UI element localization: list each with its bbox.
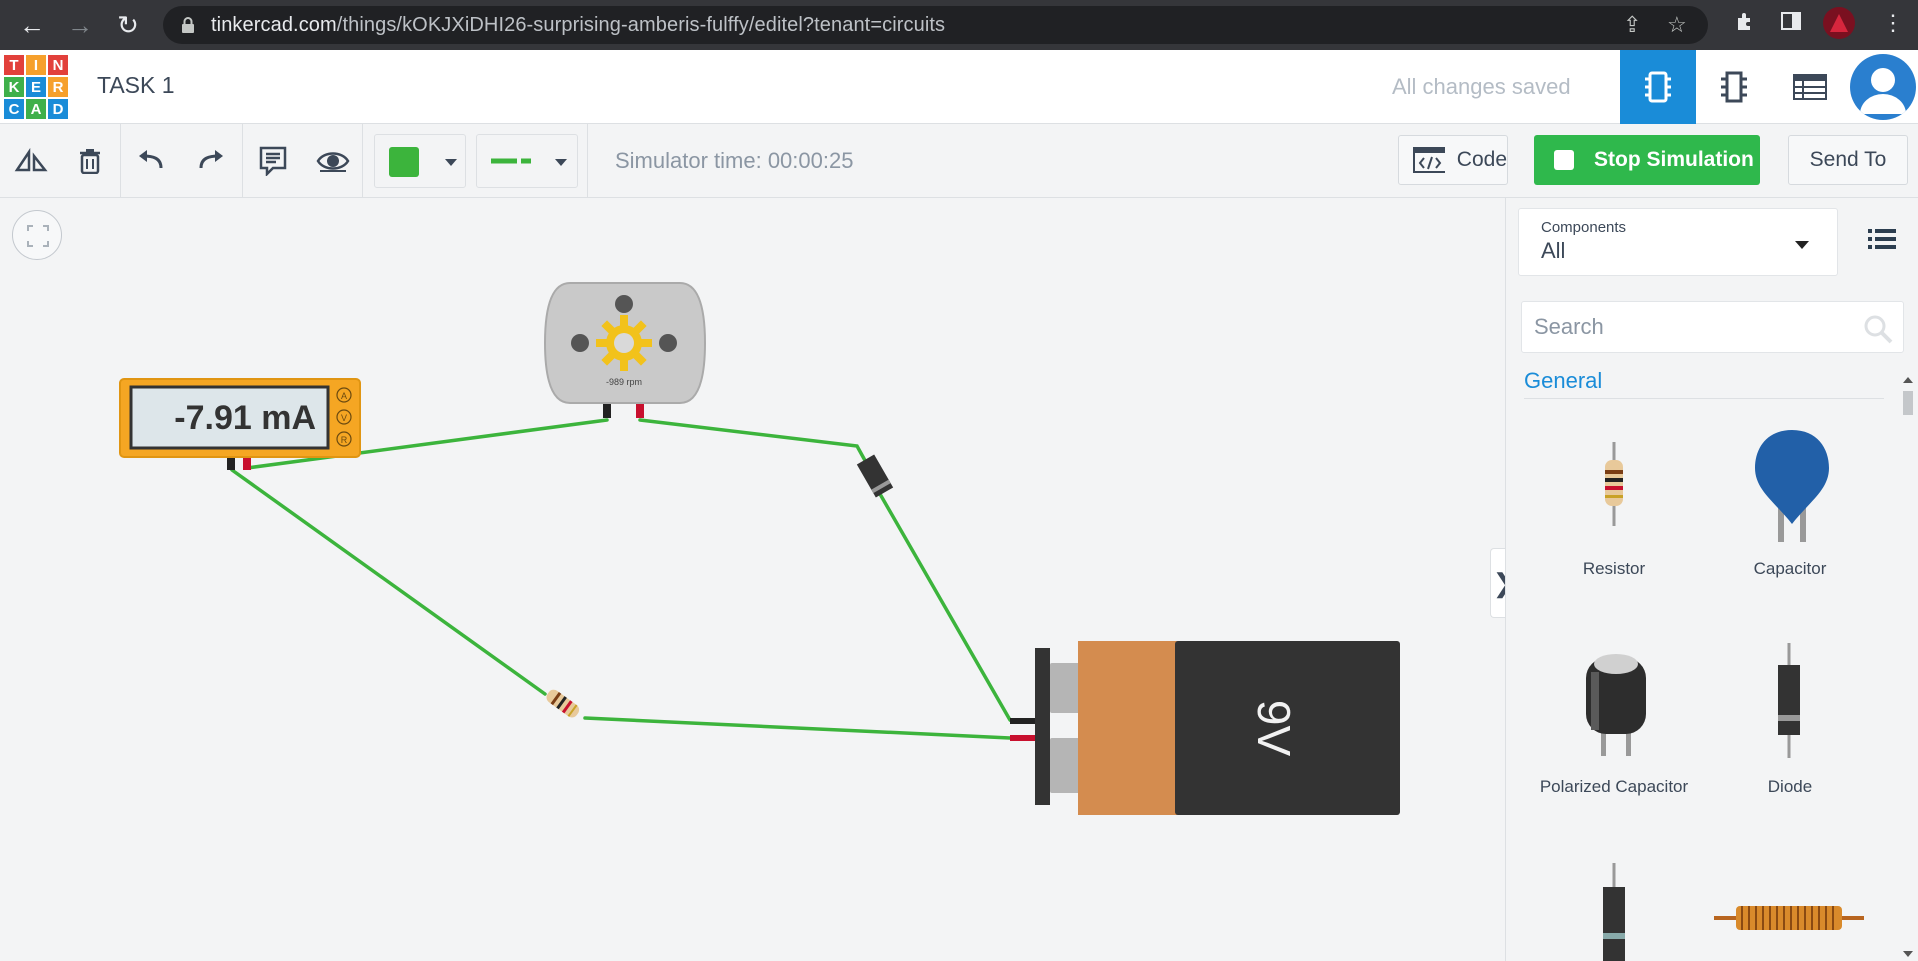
back-icon[interactable]: ←: [8, 0, 56, 50]
caret-down-icon: [1795, 241, 1809, 249]
list-view-icon[interactable]: [1868, 228, 1896, 255]
motor-rpm: -989 rpm: [606, 377, 642, 387]
components-search-input[interactable]: Search: [1521, 301, 1904, 353]
diode[interactable]: [856, 454, 894, 498]
sidepanel-icon[interactable]: [1780, 10, 1802, 38]
browser-toolbar: ← → ↻ tinkercad.com/things/kOKJXiDHI26-s…: [0, 0, 1918, 50]
star-icon[interactable]: ☆: [1667, 12, 1687, 38]
notes-icon[interactable]: [254, 142, 292, 180]
user-avatar[interactable]: [1850, 54, 1916, 120]
stop-simulation-button[interactable]: Stop Simulation: [1534, 135, 1760, 185]
rotate-icon[interactable]: [12, 142, 50, 180]
share-icon[interactable]: ⇪: [1623, 12, 1641, 38]
undo-icon[interactable]: [132, 142, 170, 180]
save-status: All changes saved: [1392, 74, 1571, 99]
visibility-icon[interactable]: [314, 142, 352, 180]
chevron-down-icon: [445, 159, 457, 166]
resistor-thumb-icon: [1605, 442, 1623, 526]
component-label: Capacitor: [1753, 559, 1827, 578]
diode-thumb-icon: [1778, 643, 1800, 758]
editor-toolbar: Simulator time: 00:00:25 Code Stop Simul…: [0, 124, 1918, 198]
components-dropdown[interactable]: Components All: [1518, 208, 1838, 276]
polarized-capacitor-thumb-icon: [1586, 654, 1646, 756]
code-button[interactable]: Code: [1398, 135, 1508, 185]
battery-9v[interactable]: [1010, 641, 1400, 815]
components-dropdown-value: All: [1541, 238, 1566, 263]
multimeter-mode-r[interactable]: R: [341, 435, 348, 445]
multimeter-mode-v[interactable]: V: [341, 413, 347, 423]
capacitor-thumb-icon: [1755, 430, 1829, 542]
address-bar[interactable]: tinkercad.com/things/kOKJXiDHI26-surpris…: [163, 6, 1708, 44]
color-swatch: [389, 147, 419, 177]
scroll-up-icon[interactable]: [1903, 377, 1913, 383]
wire[interactable]: [878, 492, 1012, 722]
profile-icon[interactable]: [1822, 6, 1856, 46]
inductor-thumb-icon: [1714, 906, 1864, 930]
scroll-down-icon[interactable]: [1903, 951, 1913, 957]
panel-scrollbar[interactable]: [1901, 373, 1915, 961]
battery-label: 9V: [1248, 700, 1300, 757]
components-panel: Components All Search General Resistor C…: [1505, 198, 1918, 961]
code-label: Code: [1456, 148, 1507, 171]
section-general[interactable]: General: [1524, 368, 1884, 399]
redo-icon[interactable]: [192, 142, 230, 180]
wire[interactable]: [583, 716, 1012, 740]
circuit-drawing: -7.91 mA A V R -989 rpm 9V: [119, 282, 1400, 815]
wire[interactable]: [230, 468, 547, 696]
multimeter-reading: -7.91 mA: [174, 399, 316, 437]
stop-simulation-label: Stop Simulation: [1594, 148, 1754, 171]
menu-icon[interactable]: ⋮: [1882, 10, 1904, 36]
reload-icon[interactable]: ↻: [104, 0, 152, 50]
chevron-down-icon: [555, 159, 567, 166]
components-dropdown-label: Components: [1541, 219, 1627, 236]
component-label: Diode: [1767, 777, 1813, 796]
search-icon: [1863, 314, 1893, 350]
zener-diode-thumb-icon: [1603, 863, 1625, 961]
multimeter-mode-a[interactable]: A: [341, 391, 347, 401]
dc-motor[interactable]: [543, 282, 707, 418]
stop-icon: [1554, 150, 1574, 170]
design-title[interactable]: TASK 1: [97, 72, 175, 99]
component-list-button[interactable]: [1772, 50, 1848, 124]
extensions-icon[interactable]: [1734, 10, 1756, 38]
simulator-time: Simulator time: 00:00:25: [615, 148, 854, 173]
circuit-canvas[interactable]: -7.91 mA A V R -989 rpm 9V: [0, 198, 1505, 961]
url-text: tinkercad.com/things/kOKJXiDHI26-surpris…: [211, 13, 946, 36]
component-label: Polarized Capacitor: [1539, 777, 1689, 796]
code-icon: [1413, 147, 1445, 173]
tinkercad-logo[interactable]: T I N K E R C A D: [3, 54, 69, 120]
wire-type-icon: [491, 158, 531, 164]
forward-icon[interactable]: →: [56, 0, 104, 50]
search-placeholder: Search: [1534, 314, 1604, 339]
send-to-label: Send To: [1809, 148, 1887, 171]
wire-color-dropdown[interactable]: [374, 134, 466, 188]
wire[interactable]: [638, 418, 880, 486]
wire-type-dropdown[interactable]: [476, 134, 578, 188]
lock-icon: [181, 17, 195, 33]
component-label: Resistor: [1582, 559, 1646, 578]
app-header: T I N K E R C A D TASK 1 All changes sav…: [0, 50, 1918, 124]
send-to-button[interactable]: Send To: [1788, 135, 1908, 185]
circuit-view-button[interactable]: [1620, 50, 1696, 124]
scroll-thumb[interactable]: [1903, 391, 1913, 415]
resistor[interactable]: [544, 687, 581, 719]
schematic-view-button[interactable]: [1696, 50, 1772, 124]
delete-icon[interactable]: [71, 142, 109, 180]
